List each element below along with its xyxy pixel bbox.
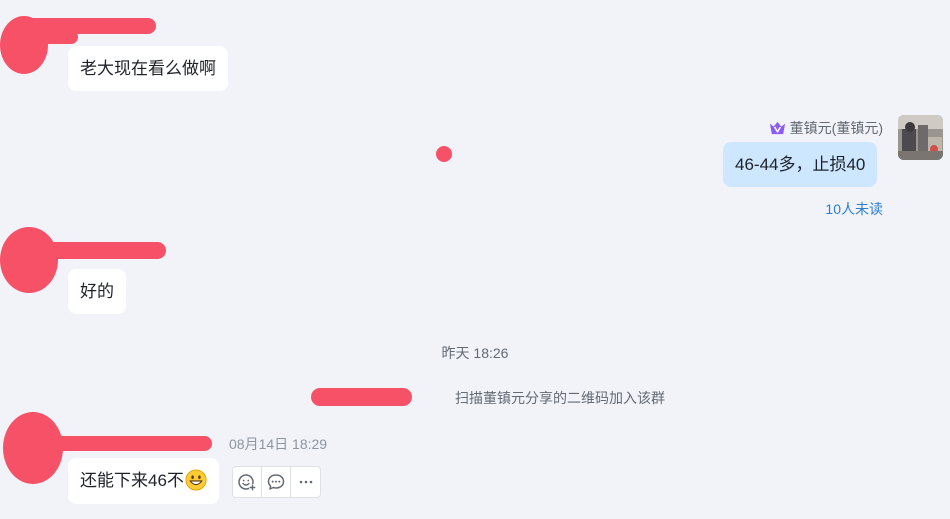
more-button[interactable]	[291, 467, 320, 497]
join-notice-text: 扫描董镇元分享的二维码加入该群	[455, 390, 665, 406]
join-notice: 扫描董镇元分享的二维码加入该群	[0, 388, 950, 408]
message-text: 老大现在看么做啊	[80, 59, 216, 78]
message-bubble[interactable]: 老大现在看么做啊	[68, 46, 228, 91]
message-bubble[interactable]: 还能下来46不	[68, 458, 219, 504]
reply-button[interactable]	[262, 467, 291, 497]
avatar-photo	[898, 115, 943, 160]
my-sender-name: 董镇元(董镇元)	[789, 120, 883, 136]
message-timestamp: 08月14日 18:29	[229, 436, 328, 452]
message-actions	[232, 466, 321, 498]
message-text: 好的	[80, 282, 114, 301]
my-message-text: 46-44多，止损40	[735, 155, 866, 174]
redacted-scribble	[18, 30, 78, 44]
grinning-face-emoji	[185, 469, 207, 491]
message-bubble[interactable]: 好的	[68, 269, 126, 314]
redacted-user-name	[311, 388, 412, 406]
redacted-sender-name	[50, 436, 212, 451]
my-message-bubble[interactable]: 46-44多，止损40	[723, 142, 878, 187]
add-reaction-icon	[238, 474, 256, 491]
verified-v-crown-icon	[769, 121, 785, 134]
reply-bubble-icon	[267, 474, 285, 490]
redacted-avatar	[0, 227, 58, 293]
my-avatar[interactable]	[898, 115, 943, 160]
red-dot	[436, 146, 452, 162]
redacted-sender-name	[40, 242, 166, 259]
read-status[interactable]: 10人未读	[825, 199, 883, 219]
my-sender-line: 董镇元(董镇元)	[769, 118, 883, 138]
more-icon	[299, 480, 312, 484]
time-divider: 昨天 18:26	[441, 345, 509, 361]
message-text: 还能下来46不	[80, 471, 184, 490]
add-reaction-button[interactable]	[233, 467, 262, 497]
